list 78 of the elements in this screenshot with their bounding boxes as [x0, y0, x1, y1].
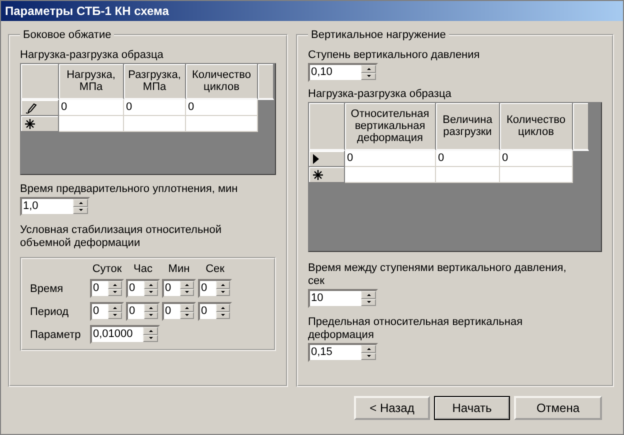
header-cell [309, 103, 345, 151]
column-label: Сек [204, 263, 226, 275]
spin-field[interactable]: 0 [90, 279, 124, 298]
field-label: Время предварительного уплотнения, мин [20, 183, 238, 196]
spin-up-button[interactable] [216, 304, 230, 312]
column-header[interactable]: Относительная вертикальная деформация [345, 103, 436, 151]
field-label: Период [30, 306, 70, 318]
spin-field[interactable]: 0,01000 [90, 325, 160, 344]
window-title: Параметры СТБ-1 КН схема [5, 4, 169, 18]
header-cell [258, 64, 274, 100]
column-header[interactable]: Величина разгрузки [436, 103, 500, 151]
spin-up-button[interactable] [108, 304, 122, 312]
column-header[interactable]: Количество циклов [500, 103, 573, 151]
spin-up-button[interactable] [361, 345, 376, 352]
spin-field[interactable]: 0 [90, 302, 124, 321]
column-header[interactable]: Разгрузка, МПа [124, 64, 186, 100]
dialog-button[interactable]: Начать [434, 396, 510, 420]
asterisk-icon [25, 118, 35, 128]
field-label: Параметр [30, 328, 82, 340]
row-header[interactable] [309, 167, 345, 183]
table-cell[interactable]: 0 [500, 151, 573, 167]
column-header[interactable]: Нагрузка, МПа [59, 64, 124, 100]
field-label: Предельная относительная вертикальная деформация [308, 316, 524, 342]
field-label: Время между ступенями вертикального давления, сек [308, 262, 568, 288]
column-label: Час [132, 263, 154, 275]
table-cell[interactable] [124, 116, 186, 132]
spin-field[interactable]: 0,10 [308, 63, 378, 82]
column-label: Мин [167, 263, 191, 275]
field-label: Условная стабилизация относительной объемной деформации [20, 224, 223, 250]
spin-field[interactable]: 0,15 [308, 343, 378, 362]
table-cell[interactable] [500, 167, 573, 183]
table-cell[interactable] [59, 116, 124, 132]
spin-up-button[interactable] [180, 281, 194, 288]
field-label: Время [30, 282, 64, 294]
spin-up-button[interactable] [108, 281, 122, 288]
spin-up-button[interactable] [361, 291, 376, 298]
spin-field[interactable]: 0 [198, 302, 232, 321]
dialog-button[interactable]: Отмена [514, 396, 602, 420]
dialog-button[interactable]: < Назад [354, 396, 430, 420]
table-cell[interactable] [186, 116, 258, 132]
spin-up-button[interactable] [180, 304, 194, 312]
table-cell[interactable]: 0 [345, 151, 436, 167]
table-cell[interactable]: 0 [59, 100, 124, 116]
spin-field[interactable]: 0 [126, 302, 160, 321]
table-cell[interactable]: 0 [436, 151, 500, 167]
row-pointer-icon [313, 154, 319, 164]
row-header[interactable] [309, 151, 345, 167]
table-cell[interactable] [436, 167, 500, 183]
data-grid[interactable]: Относительная вертикальная деформация Величина разгрузки Количество циклов 0 0 0 [308, 102, 602, 252]
spin-field[interactable]: 0 [162, 302, 196, 321]
grid-label: Нагрузка-разгрузка образца [308, 88, 452, 101]
table-cell[interactable]: 0 [124, 100, 186, 116]
header-cell [573, 103, 589, 151]
pencil-icon [25, 102, 37, 114]
row-header[interactable] [21, 100, 59, 116]
spin-field[interactable]: 10 [308, 289, 378, 308]
column-label: Суток [91, 263, 123, 275]
data-grid[interactable]: Нагрузка, МПа Разгрузка, МПа Количество циклов 0 0 0 [20, 63, 276, 175]
table-cell[interactable] [345, 167, 436, 183]
row-header[interactable] [21, 116, 59, 132]
spin-up-button[interactable] [73, 199, 88, 206]
field-label: Ступень вертикального давления [308, 49, 480, 62]
asterisk-icon [313, 170, 323, 180]
spin-field[interactable]: 1,0 [20, 197, 90, 216]
spin-up-button[interactable] [216, 281, 230, 288]
spin-field[interactable]: 0 [126, 279, 160, 298]
header-cell [21, 64, 59, 100]
group-title: Боковое обжатие [22, 29, 112, 41]
group-title: Вертикальное нагружение [310, 29, 447, 41]
spin-up-button[interactable] [144, 281, 158, 288]
spin-field[interactable]: 0 [162, 279, 196, 298]
spin-up-button[interactable] [361, 65, 376, 72]
spin-up-button[interactable] [143, 327, 158, 334]
spin-up-button[interactable] [144, 304, 158, 312]
table-cell[interactable]: 0 [186, 100, 258, 116]
grid-label: Нагрузка-разгрузка образца [20, 49, 164, 62]
column-header[interactable]: Количество циклов [186, 64, 258, 100]
spin-field[interactable]: 0 [198, 279, 232, 298]
